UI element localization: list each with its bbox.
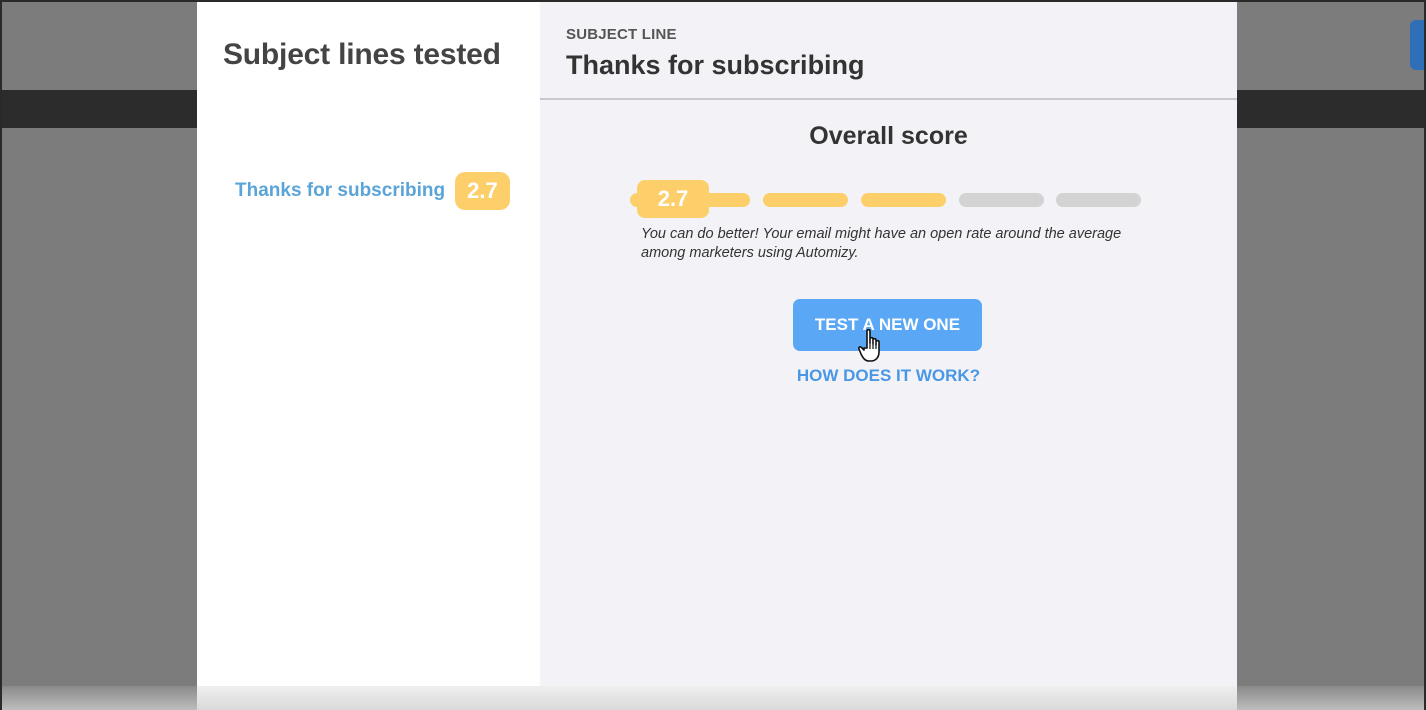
score-segment <box>959 193 1044 207</box>
subject-tester-modal: Subject lines tested Thanks for subscrib… <box>197 0 1237 700</box>
tested-subject-label[interactable]: Thanks for subscribing <box>235 180 445 202</box>
background-button <box>1410 20 1426 70</box>
modal-bottom-edge <box>197 686 1237 710</box>
how-does-it-work-link[interactable]: HOW DOES IT WORK? <box>540 366 1237 386</box>
overall-score-heading: Overall score <box>809 122 968 150</box>
tested-subject-score-badge: 2.7 <box>455 172 510 210</box>
score-value-tag: 2.7 <box>637 180 709 218</box>
subject-caption: SUBJECT LINE <box>566 26 677 43</box>
subject-title: Thanks for subscribing <box>566 50 865 80</box>
score-feedback-text: You can do better! Your email might have… <box>641 226 1122 261</box>
hand-pointer-icon <box>858 328 880 362</box>
score-segment <box>861 193 946 207</box>
tested-subject-item[interactable]: Thanks for subscribing 2.7 <box>235 172 510 210</box>
subject-lines-sidebar: Subject lines tested Thanks for subscrib… <box>197 0 540 700</box>
subject-header: SUBJECT LINE Thanks for subscribing <box>540 0 1237 100</box>
score-segment <box>763 193 848 207</box>
sidebar-title: Subject lines tested <box>223 38 501 71</box>
score-meter: 2.7 <box>630 180 1150 220</box>
score-segment <box>1056 193 1141 207</box>
